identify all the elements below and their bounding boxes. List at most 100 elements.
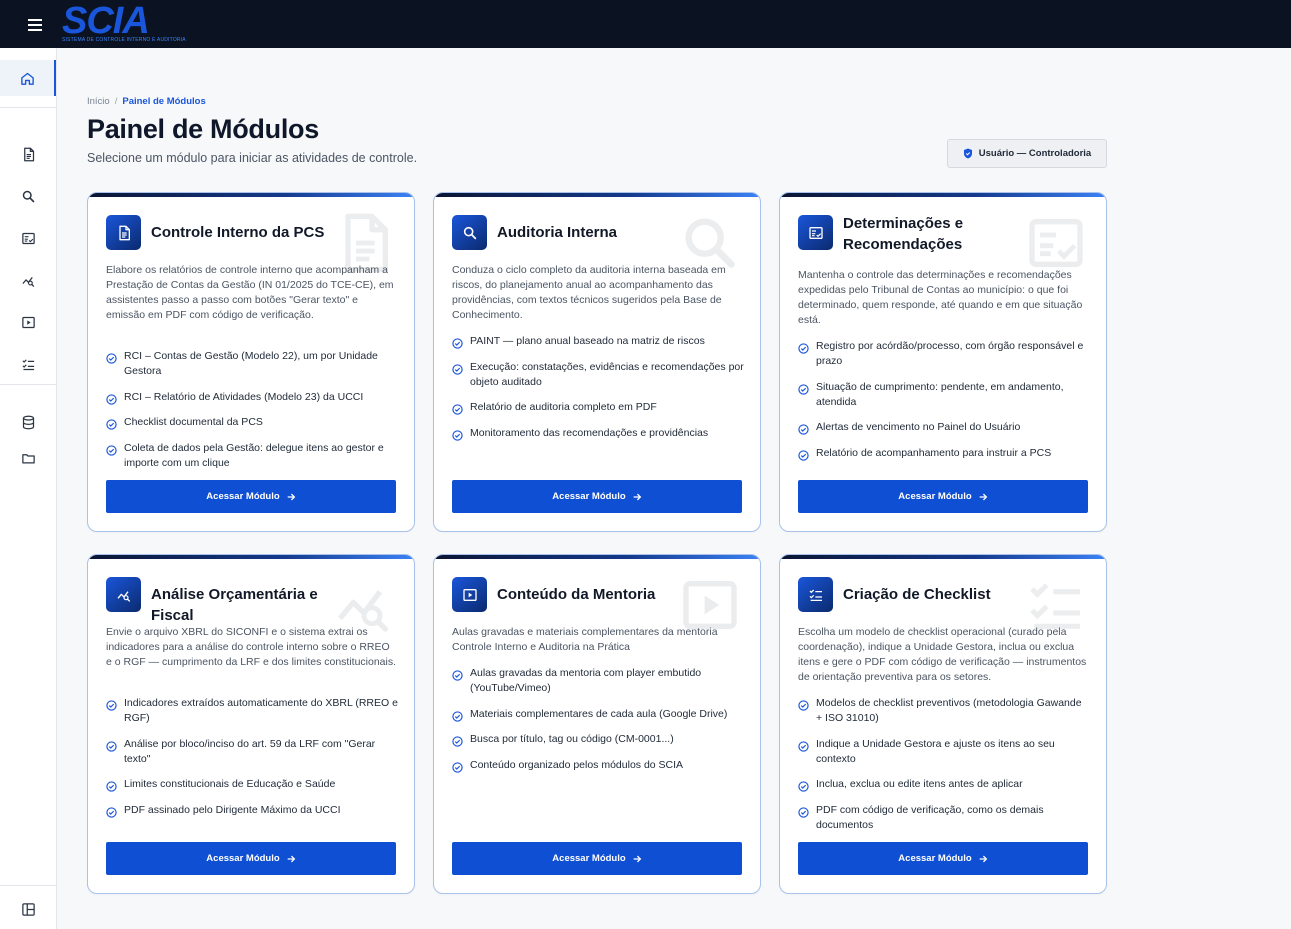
feature-item: Situação de cumprimento: pendente, em an… — [798, 380, 1090, 410]
app-logo[interactable]: SCIA SISTEMA DE CONTROLE INTERNO E AUDIT… — [62, 0, 186, 43]
feature-item: Busca por título, tag ou código (CM-0001… — [452, 732, 744, 747]
user-badge[interactable]: Usuário — Controladoria — [947, 139, 1107, 168]
logo-subtitle: SISTEMA DE CONTROLE INTERNO E AUDITORIA — [62, 37, 186, 43]
card-description: Aulas gravadas e materiais complementare… — [452, 626, 718, 653]
check-circle-icon — [106, 353, 117, 364]
document-icon — [116, 225, 132, 241]
access-module-button[interactable]: Acessar Módulo — [798, 842, 1088, 875]
folder-icon — [21, 453, 35, 463]
check-circle-icon — [106, 807, 117, 818]
feature-text: Coleta de dados pela Gestão: delegue ite… — [124, 441, 384, 469]
feature-text: Alertas de vencimento no Painel do Usuár… — [816, 421, 1021, 433]
card-icon — [798, 215, 833, 250]
feature-list: PAINT — plano anual baseado na matriz de… — [452, 334, 744, 451]
feature-text: Execução: constatações, evidências e rec… — [470, 360, 744, 388]
breadcrumb-home[interactable]: Início — [87, 96, 110, 107]
feature-text: Checklist documental da PCS — [124, 416, 263, 428]
logo-text: SCIA — [62, 0, 150, 42]
check-circle-icon — [798, 450, 809, 461]
arrow-right-icon — [633, 855, 641, 862]
feature-text: Aulas gravadas da mentoria com player em… — [470, 667, 702, 694]
feature-text: RCI – Relatório de Atividades (Modelo 23… — [124, 390, 364, 403]
feature-item: Relatório de acompanhamento para instrui… — [798, 446, 1090, 461]
sidebar-divider — [0, 107, 56, 108]
check-circle-icon — [106, 419, 117, 430]
feature-text: PDF assinado pelo Dirigente Máximo da UC… — [124, 803, 341, 816]
home-icon — [20, 72, 34, 85]
sidebar-item-controle-interno[interactable] — [0, 136, 56, 172]
card-description: Escolha um modelo de checklist operacion… — [798, 626, 1087, 683]
feature-item: Análise por bloco/inciso do art. 59 da L… — [106, 737, 398, 767]
feature-item: PDF assinado pelo Dirigente Máximo da UC… — [106, 803, 398, 818]
feature-text: Situação de cumprimento: pendente, em an… — [816, 380, 1064, 408]
module-card-auditoria: Auditoria Interna Conduza o ciclo comple… — [433, 192, 761, 532]
feature-item: Relatório de auditoria completo em PDF — [452, 400, 744, 415]
feature-list: Modelos de checklist preventivos (metodo… — [798, 696, 1090, 843]
search-icon — [462, 225, 478, 241]
chart-analysis-icon — [116, 587, 132, 603]
arrow-right-icon — [633, 493, 641, 500]
check-circle-icon — [106, 781, 117, 792]
check-circle-icon — [106, 741, 117, 752]
access-module-button[interactable]: Acessar Módulo — [106, 842, 396, 875]
feature-item: Limites constitucionais de Educação e Sa… — [106, 777, 398, 792]
button-label: Acessar Módulo — [206, 491, 280, 502]
feature-text: Relatório de acompanhamento para instrui… — [816, 446, 1052, 459]
card-description: Envie o arquivo XBRL do SICONFI e o sist… — [106, 626, 397, 668]
feature-item: Indicadores extraídos automaticamente do… — [106, 696, 398, 726]
access-module-button[interactable]: Acessar Módulo — [452, 480, 742, 513]
check-circle-icon — [798, 741, 809, 752]
check-circle-icon — [452, 711, 463, 722]
feature-item: RCI – Relatório de Atividades (Modelo 23… — [106, 390, 398, 405]
sidebar-item-determinacoes[interactable] — [0, 220, 56, 256]
menu-icon[interactable] — [20, 14, 50, 36]
card-title: Criação de Checklist — [843, 586, 991, 603]
sidebar-collapse-toggle[interactable] — [0, 891, 56, 927]
card-description: Mantenha o controle das determinações e … — [798, 269, 1083, 326]
feature-text: PAINT — plano anual baseado na matriz de… — [470, 335, 705, 347]
feature-text: Indique a Unidade Gestora e ajuste os it… — [816, 737, 1055, 765]
arrow-right-icon — [979, 493, 987, 500]
feature-list: Registro por acórdão/processo, com órgão… — [798, 339, 1090, 471]
play-icon — [21, 315, 36, 330]
checklist-board-icon — [21, 231, 36, 246]
database-icon — [22, 415, 34, 429]
page-subtitle: Selecione um módulo para iniciar as ativ… — [87, 151, 418, 165]
sidebar-item-database[interactable] — [0, 404, 56, 440]
access-module-button[interactable]: Acessar Módulo — [798, 480, 1088, 513]
button-label: Acessar Módulo — [552, 491, 626, 502]
sidebar-item-auditoria[interactable] — [0, 178, 56, 214]
access-module-button[interactable]: Acessar Módulo — [106, 480, 396, 513]
sidebar-item-mentoria[interactable] — [0, 304, 56, 340]
document-icon — [21, 147, 36, 162]
feature-text: Indicadores extraídos automaticamente do… — [124, 697, 398, 724]
layout-panel-icon — [21, 902, 35, 916]
check-circle-icon — [798, 700, 809, 711]
card-title: Análise Orçamentária e Fiscal — [151, 586, 318, 624]
sidebar-item-home[interactable] — [0, 60, 56, 96]
feature-text: Inclua, exclua ou edite itens antes de a… — [816, 778, 1023, 790]
card-icon — [452, 577, 487, 612]
top-bar: SCIA SISTEMA DE CONTROLE INTERNO E AUDIT… — [0, 0, 1291, 48]
feature-item: Checklist documental da PCS — [106, 415, 398, 430]
check-circle-icon — [798, 384, 809, 395]
card-title: Auditoria Interna — [497, 224, 618, 241]
list-check-icon — [808, 587, 824, 603]
feature-item: Conteúdo organizado pelos módulos do SCI… — [452, 758, 744, 773]
sidebar-item-folder[interactable] — [0, 440, 56, 476]
feature-text: Monitoramento das recomendações e provid… — [470, 426, 709, 439]
feature-item: PAINT — plano anual baseado na matriz de… — [452, 334, 744, 349]
sidebar-item-checklist[interactable] — [0, 346, 56, 382]
feature-item: Materiais complementares de cada aula (G… — [452, 707, 744, 722]
check-circle-icon — [452, 338, 463, 349]
card-description: Conduza o ciclo completo da auditoria in… — [452, 264, 726, 321]
module-card-analise-orcamentaria: Análise Orçamentária e Fiscal Envie o ar… — [87, 554, 415, 894]
feature-item: RCI – Contas de Gestão (Modelo 22), um p… — [106, 349, 398, 379]
sidebar — [0, 48, 57, 929]
feature-item: Coleta de dados pela Gestão: delegue ite… — [106, 441, 398, 471]
sidebar-item-analise[interactable] — [0, 262, 56, 298]
module-card-checklist: Criação de Checklist Escolha um modelo d… — [779, 554, 1107, 894]
checklist-board-icon — [808, 225, 824, 241]
access-module-button[interactable]: Acessar Módulo — [452, 842, 742, 875]
feature-text: Limites constitucionais de Educação e Sa… — [124, 778, 336, 790]
